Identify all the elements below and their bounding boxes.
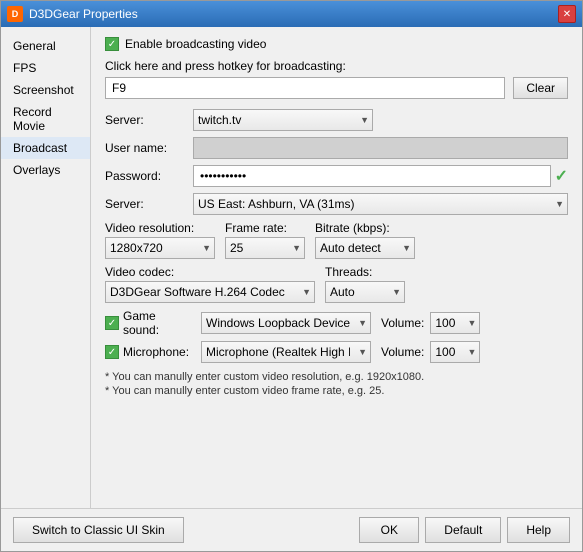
- close-button[interactable]: ✕: [558, 5, 576, 23]
- br-group: Bitrate (kbps): Auto detect 1000 2000 30…: [315, 221, 415, 259]
- sidebar-item-record-movie[interactable]: Record Movie: [1, 101, 90, 137]
- server2-label: Server:: [105, 197, 185, 211]
- fr-select-wrapper: 25 30 60 15 ▼: [225, 237, 305, 259]
- game-sound-select[interactable]: Windows Loopback Device Default: [201, 312, 371, 334]
- main-content: General FPS Screenshot Record Movie Broa…: [1, 27, 582, 508]
- note2: * You can manully enter custom video fra…: [105, 385, 568, 397]
- server2-select[interactable]: US East: Ashburn, VA (31ms) US West: San…: [193, 193, 568, 215]
- sidebar-item-fps[interactable]: FPS: [1, 57, 90, 79]
- video-codec-label: Video codec:: [105, 265, 315, 279]
- mic-label: Microphone:: [123, 345, 189, 359]
- enable-row: ✓ Enable broadcasting video: [105, 37, 568, 51]
- password-input[interactable]: [193, 165, 551, 187]
- resolution-section: Video resolution: 1280x720 1920x1080 854…: [105, 221, 568, 259]
- mic-checkbox[interactable]: ✓: [105, 345, 119, 359]
- game-volume-label: Volume:: [381, 316, 424, 330]
- notes-section: * You can manully enter custom video res…: [105, 371, 568, 397]
- bottom-bar: Switch to Classic UI Skin OK Default Hel…: [1, 508, 582, 551]
- title-controls: ✕: [558, 5, 576, 23]
- server2-row: Server: US East: Ashburn, VA (31ms) US W…: [105, 193, 568, 215]
- game-volume-select[interactable]: 100 75 50 25 0: [430, 312, 480, 334]
- frame-rate-label: Frame rate:: [225, 221, 305, 235]
- threads-select[interactable]: Auto 1 2 4: [325, 281, 405, 303]
- app-icon: D: [7, 6, 23, 22]
- mic-select-wrapper: Microphone (Realtek High Defin Default M…: [201, 341, 371, 363]
- codec-select-wrapper: D3DGear Software H.264 Codec NVENC H.264…: [105, 281, 315, 303]
- res-select-wrapper: 1280x720 1920x1080 854x480 640x360 ▼: [105, 237, 215, 259]
- server2-select-wrapper: US East: Ashburn, VA (31ms) US West: San…: [193, 193, 568, 215]
- mic-volume-select-wrapper: 100 75 50 25 0 ▼: [430, 341, 480, 363]
- game-sound-label-container: ✓ Game sound:: [105, 309, 195, 337]
- hotkey-row: Clear: [105, 77, 568, 99]
- classic-skin-button[interactable]: Switch to Classic UI Skin: [13, 517, 184, 543]
- frame-rate-select[interactable]: 25 30 60 15: [225, 237, 305, 259]
- sidebar-item-general[interactable]: General: [1, 35, 90, 57]
- br-select-wrapper: Auto detect 1000 2000 3000 4000 ▼: [315, 237, 415, 259]
- server-row: Server: twitch.tv YouTube Mixer ▼: [105, 109, 568, 131]
- threads-label: Threads:: [325, 265, 405, 279]
- content-area: ✓ Enable broadcasting video Click here a…: [91, 27, 582, 508]
- bitrate-select[interactable]: Auto detect 1000 2000 3000 4000: [315, 237, 415, 259]
- sidebar-item-overlays[interactable]: Overlays: [1, 159, 90, 181]
- codec-group: Video codec: D3DGear Software H.264 Code…: [105, 265, 315, 303]
- game-sound-label: Game sound:: [123, 309, 195, 337]
- server-select-wrapper: twitch.tv YouTube Mixer ▼: [193, 109, 373, 131]
- video-res-label: Video resolution:: [105, 221, 215, 235]
- hotkey-desc: Click here and press hotkey for broadcas…: [105, 59, 568, 73]
- bottom-left: Switch to Classic UI Skin: [13, 517, 184, 543]
- password-valid-icon: ✓: [555, 166, 568, 186]
- threads-group: Threads: Auto 1 2 4 ▼: [325, 265, 405, 303]
- mic-label-container: ✓ Microphone:: [105, 345, 195, 359]
- sidebar-item-broadcast[interactable]: Broadcast: [1, 137, 90, 159]
- game-sound-select-wrapper: Windows Loopback Device Default ▼: [201, 312, 371, 334]
- sidebar: General FPS Screenshot Record Movie Broa…: [1, 27, 91, 508]
- title-bar: D D3DGear Properties ✕: [1, 1, 582, 27]
- window-title: D3DGear Properties: [29, 7, 138, 21]
- main-window: D D3DGear Properties ✕ General FPS Scree…: [0, 0, 583, 552]
- username-input[interactable]: [193, 137, 568, 159]
- bottom-right: OK Default Help: [359, 517, 570, 543]
- mic-select[interactable]: Microphone (Realtek High Defin Default M…: [201, 341, 371, 363]
- note1: * You can manully enter custom video res…: [105, 371, 568, 383]
- game-sound-checkbox[interactable]: ✓: [105, 316, 119, 330]
- res-group: Video resolution: 1280x720 1920x1080 854…: [105, 221, 215, 259]
- resolution-select[interactable]: 1280x720 1920x1080 854x480 640x360: [105, 237, 215, 259]
- server-select[interactable]: twitch.tv YouTube Mixer: [193, 109, 373, 131]
- bitrate-label: Bitrate (kbps):: [315, 221, 415, 235]
- ok-button[interactable]: OK: [359, 517, 419, 543]
- password-label: Password:: [105, 169, 185, 183]
- server-label: Server:: [105, 113, 185, 127]
- clear-button[interactable]: Clear: [513, 77, 568, 99]
- mic-volume-label: Volume:: [381, 345, 424, 359]
- enable-checkbox[interactable]: ✓: [105, 37, 119, 51]
- username-row: User name:: [105, 137, 568, 159]
- help-button[interactable]: Help: [507, 517, 570, 543]
- default-button[interactable]: Default: [425, 517, 501, 543]
- password-row: Password: ✓: [105, 165, 568, 187]
- enable-label: Enable broadcasting video: [125, 37, 266, 51]
- username-label: User name:: [105, 141, 185, 155]
- game-volume-select-wrapper: 100 75 50 25 0 ▼: [430, 312, 480, 334]
- hotkey-input[interactable]: [105, 77, 505, 99]
- game-sound-row: ✓ Game sound: Windows Loopback Device De…: [105, 309, 568, 337]
- mic-row: ✓ Microphone: Microphone (Realtek High D…: [105, 341, 568, 363]
- fr-group: Frame rate: 25 30 60 15 ▼: [225, 221, 305, 259]
- threads-select-wrapper: Auto 1 2 4 ▼: [325, 281, 405, 303]
- codec-select[interactable]: D3DGear Software H.264 Codec NVENC H.264…: [105, 281, 315, 303]
- mic-volume-select[interactable]: 100 75 50 25 0: [430, 341, 480, 363]
- title-bar-left: D D3DGear Properties: [7, 6, 138, 22]
- sidebar-item-screenshot[interactable]: Screenshot: [1, 79, 90, 101]
- codec-section: Video codec: D3DGear Software H.264 Code…: [105, 265, 568, 303]
